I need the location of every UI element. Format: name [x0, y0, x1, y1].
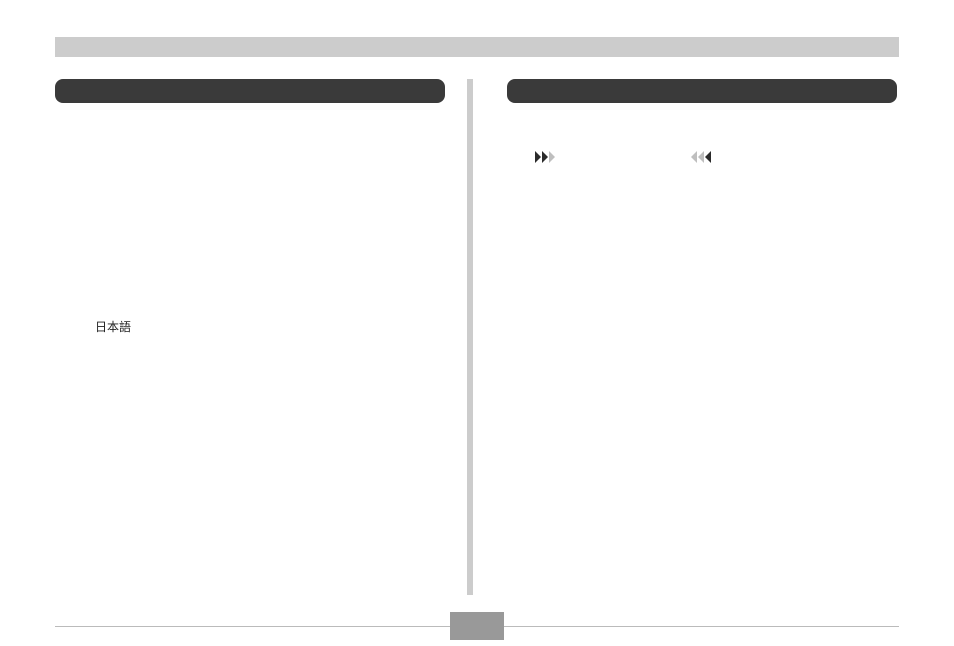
document-page: 日本語	[55, 37, 899, 627]
left-section-header	[55, 79, 445, 103]
backward-icon	[687, 151, 711, 163]
page-tab	[450, 612, 504, 640]
left-column: 日本語	[55, 79, 447, 595]
right-column	[507, 79, 899, 595]
column-divider	[467, 79, 473, 595]
columns-container: 日本語	[55, 79, 899, 595]
top-header-bar	[55, 37, 899, 57]
forward-icon	[535, 151, 559, 163]
japanese-language-label: 日本語	[95, 318, 131, 335]
right-section-header	[507, 79, 897, 103]
icon-row	[535, 151, 899, 163]
footer-area	[55, 598, 899, 627]
